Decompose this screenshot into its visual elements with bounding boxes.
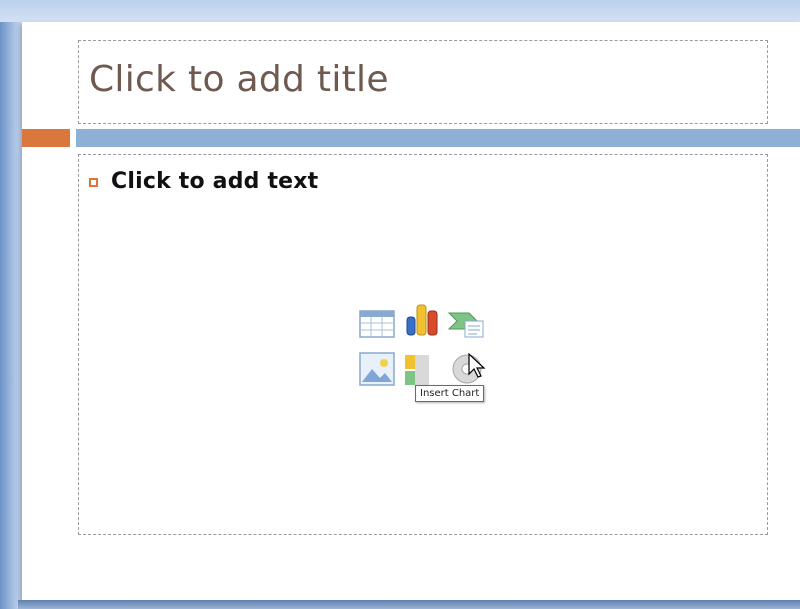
square-bullet-icon xyxy=(89,178,98,187)
mouse-pointer-icon xyxy=(468,353,486,378)
insert-table-icon[interactable] xyxy=(357,303,397,343)
bullet-row: Click to add text xyxy=(89,169,318,194)
accent-bar-blue xyxy=(76,129,800,147)
title-placeholder[interactable]: Click to add title xyxy=(78,40,768,124)
insert-clipart-icon[interactable] xyxy=(403,349,443,389)
insert-chart-icon[interactable] xyxy=(403,299,443,339)
insert-picture-icon[interactable] xyxy=(357,349,397,389)
content-placeholder-text: Click to add text xyxy=(111,169,319,194)
window-top-band xyxy=(0,0,800,22)
content-placeholder[interactable]: Click to add text Insert Chart xyxy=(78,154,768,535)
slide-canvas: Click to add title Click to add text Ins… xyxy=(22,22,800,600)
slide-bottom-shadow xyxy=(18,600,800,609)
insert-smartart-icon[interactable] xyxy=(447,303,487,343)
insert-chart-tooltip: Insert Chart xyxy=(415,385,485,402)
title-placeholder-text: Click to add title xyxy=(89,59,389,100)
accent-bar-orange xyxy=(22,129,70,147)
